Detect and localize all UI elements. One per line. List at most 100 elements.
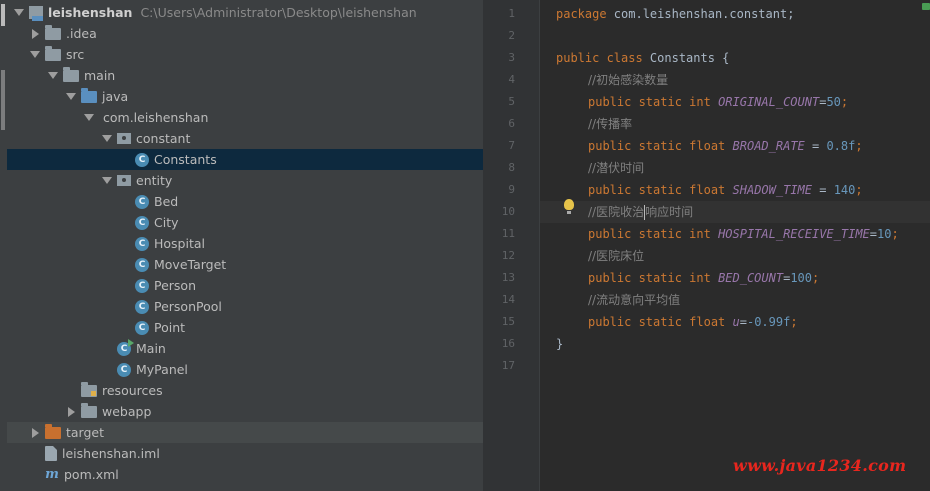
comment: //传播率 (588, 117, 633, 131)
line-number: 6 (508, 117, 515, 130)
code-line-16[interactable]: } (556, 333, 563, 355)
comment: //初始感染数量 (588, 73, 669, 87)
class-icon: C (135, 299, 149, 314)
project-path: C:\Users\Administrator\Desktop\leishensh… (140, 5, 417, 20)
code-line-9[interactable]: public static float SHADOW_TIME = 140; (588, 179, 863, 201)
tree-row-label: Hospital (154, 236, 206, 251)
tree-row-java[interactable]: java (7, 86, 541, 107)
chevron-down-icon[interactable] (65, 91, 77, 103)
tree-row-webapp[interactable]: webapp (7, 401, 541, 422)
code-line-15[interactable]: public static float u=-0.99f; (588, 311, 798, 333)
tree-row-label: leishenshan (48, 5, 133, 20)
class-icon: C (135, 320, 149, 335)
line-number: 7 (508, 139, 515, 152)
excluded-folder-icon (45, 423, 61, 439)
constant-name: HOSPITAL_RECEIVE_TIME (718, 227, 870, 241)
class-icon: C (135, 152, 149, 167)
inspection-ok-icon[interactable] (922, 3, 930, 10)
project-tool-tab[interactable] (1, 4, 5, 26)
keyword: package (556, 7, 607, 21)
number-literal: 10 (877, 227, 892, 241)
chevron-right-icon[interactable] (29, 427, 41, 439)
chevron-down-icon[interactable] (83, 112, 95, 124)
chevron-down-icon[interactable] (101, 175, 113, 187)
tree-row-resources[interactable]: resources (7, 380, 541, 401)
line-number: 4 (508, 73, 515, 86)
line-number: 8 (508, 161, 515, 174)
constant-name: BED_COUNT (718, 271, 784, 285)
code-line-10-current[interactable]: //医院收治响应时间 (540, 201, 930, 223)
tree-row-main[interactable]: main (7, 65, 523, 86)
code-line-8[interactable]: //潜伏时间 (588, 157, 644, 179)
chevron-down-icon[interactable] (13, 7, 25, 19)
code-line-11[interactable]: public static int HOSPITAL_RECEIVE_TIME=… (588, 223, 899, 245)
keyword: public static float (588, 183, 726, 197)
tree-row-iml[interactable]: leishenshan.iml (7, 443, 505, 464)
comment: 响应时间 (645, 205, 694, 219)
code-line-1[interactable]: package com.leishenshan.constant; (556, 3, 794, 25)
tree-row-label: City (154, 215, 179, 230)
source-folder-icon (81, 87, 97, 103)
folder-icon (45, 24, 61, 40)
code-editor[interactable]: 1 2 3 4 5 6 7 8 9 10 11 12 13 14 15 16 1… (483, 0, 930, 491)
class-icon: C (135, 236, 149, 251)
chevron-right-icon[interactable] (65, 406, 77, 418)
keyword: public static int (588, 271, 711, 285)
folder-icon (81, 402, 97, 418)
line-number-gutter[interactable]: 1 2 3 4 5 6 7 8 9 10 11 12 13 14 15 16 1… (483, 0, 540, 491)
ide-window: leishenshan C:\Users\Administrator\Deskt… (0, 0, 930, 491)
line-number: 12 (501, 249, 515, 262)
code-line-7[interactable]: public static float BROAD_RATE = 0.8f; (588, 135, 863, 157)
code-line-5[interactable]: public static int ORIGINAL_COUNT=50; (588, 91, 848, 113)
tree-row-target[interactable]: target (7, 422, 505, 443)
comment: //潜伏时间 (588, 161, 645, 175)
number-literal: 100 (790, 271, 813, 285)
maven-icon: m (45, 466, 59, 482)
line-number: 5 (508, 95, 515, 108)
code-line-4[interactable]: //初始感染数量 (588, 69, 668, 91)
tree-row-label: Person (154, 278, 197, 293)
tree-row-label: target (66, 425, 105, 440)
tree-row-label: leishenshan.iml (62, 446, 160, 461)
structure-tool-tab[interactable] (1, 70, 5, 130)
comment: //医院床位 (588, 249, 645, 263)
chevron-down-icon[interactable] (47, 70, 59, 82)
tree-row-label: main (84, 68, 116, 83)
tree-row-src[interactable]: src (7, 44, 505, 65)
number-literal: -0.99f (746, 315, 791, 329)
package-icon (117, 133, 131, 144)
code-line-12[interactable]: //医院床位 (588, 245, 644, 267)
line-number: 15 (501, 315, 515, 328)
constant-name: BROAD_RATE (732, 139, 805, 153)
chevron-down-icon[interactable] (29, 49, 41, 61)
code-line-6[interactable]: //传播率 (588, 113, 632, 135)
package-icon (117, 175, 131, 186)
project-tree-panel: leishenshan C:\Users\Administrator\Deskt… (7, 0, 595, 491)
line-number: 11 (501, 227, 515, 240)
lightbulb-icon[interactable] (564, 199, 574, 214)
chevron-right-icon[interactable] (29, 28, 41, 40)
tree-row-com-leishenshan[interactable]: com.leishenshan (7, 107, 559, 128)
constant-name: u (732, 315, 740, 329)
tree-row-leishenshan[interactable]: leishenshan C:\Users\Administrator\Deskt… (7, 2, 489, 23)
class-icon: C (135, 257, 149, 272)
tree-row-label: .idea (66, 26, 97, 41)
tree-row-label: PersonPool (154, 299, 222, 314)
tree-row-label: src (66, 47, 85, 62)
line-number: 1 (508, 7, 515, 20)
tree-row-pom[interactable]: m pom.xml (7, 464, 505, 485)
class-icon: C (135, 215, 149, 230)
tree-row-label: java (102, 89, 129, 104)
number-literal: 0.8f (826, 139, 856, 153)
keyword: public static int (588, 227, 711, 241)
tree-row-label: com.leishenshan (103, 110, 209, 125)
line-number: 17 (501, 359, 515, 372)
tree-row-idea[interactable]: .idea (7, 23, 505, 44)
chevron-down-icon[interactable] (101, 133, 113, 145)
module-icon (29, 6, 43, 21)
tree-row-label: Bed (154, 194, 179, 209)
code-line-13[interactable]: public static int BED_COUNT=100; (588, 267, 819, 289)
code-line-3[interactable]: public class Constants { (556, 47, 729, 69)
runnable-class-icon: C (117, 338, 134, 356)
code-line-14[interactable]: //流动意向平均值 (588, 289, 680, 311)
